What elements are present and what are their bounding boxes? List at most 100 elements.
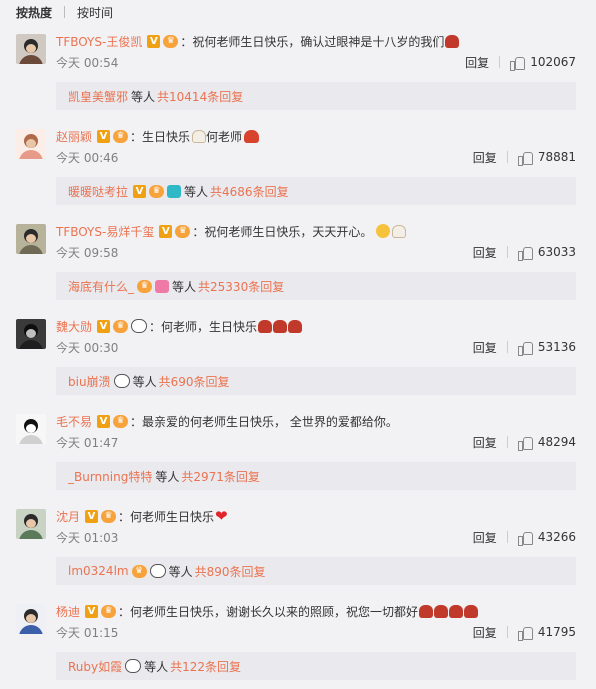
- reply-count-link[interactable]: 共10414条回复: [157, 88, 243, 105]
- reply-button[interactable]: 回复: [473, 339, 497, 356]
- avatar[interactable]: [16, 604, 46, 634]
- replies-summary: 暖暖哒考拉 V ♛ 等人 共4686条回复: [56, 177, 576, 205]
- username-link[interactable]: TFBOYS-易烊千玺: [56, 223, 154, 240]
- comment-item: 杨迪 V ♛ ：何老师生日快乐，谢谢长久以来的照顾，祝您一切都好 今天 01:1…: [0, 594, 596, 689]
- comment-meta: 今天 00:30 回复 53136: [56, 339, 576, 356]
- camera-icon: [167, 184, 182, 198]
- username-link[interactable]: TFBOYS-王俊凯: [56, 33, 142, 50]
- reply-username-link[interactable]: _Burnning特特: [68, 468, 152, 485]
- comment-item: TFBOYS-王俊凯 V ♛ ：祝何老师生日快乐，确认过眼神是十八岁的我们 今天…: [0, 24, 596, 119]
- comment-time: 今天 09:58: [56, 245, 119, 260]
- comment-actions: 回复 41795: [473, 624, 576, 641]
- comment-item: TFBOYS-易烊千玺 V ♛ ：祝何老师生日快乐，天天开心。 今天 09:58…: [0, 214, 596, 309]
- reply-etc-text: 等人: [184, 184, 209, 199]
- reply-count-link[interactable]: 共690条回复: [159, 373, 230, 390]
- comment-content: 沈月 V ♛ ：何老师生日快乐 ❤: [56, 507, 576, 525]
- thumbs-up-icon[interactable]: [517, 340, 533, 356]
- avatar[interactable]: [16, 34, 46, 64]
- thumbs-up-icon[interactable]: [517, 530, 533, 546]
- thumbs-up-icon[interactable]: [517, 150, 533, 166]
- verified-badge-icon: V: [97, 414, 111, 428]
- reply-username-link[interactable]: lm0324lm: [68, 564, 129, 578]
- avatar-face: [26, 614, 36, 623]
- avatar[interactable]: [16, 319, 46, 349]
- comment-time: 今天 00:54: [56, 55, 119, 70]
- avatar-face: [26, 519, 36, 528]
- thumbs-up-icon[interactable]: [517, 245, 533, 261]
- reply-button[interactable]: 回复: [473, 529, 497, 546]
- like-count: 48294: [537, 435, 576, 449]
- thumbs-up-icon[interactable]: [517, 435, 533, 451]
- verified-badge-icon: V: [85, 509, 99, 523]
- reply-button[interactable]: 回复: [473, 624, 497, 641]
- comment-text: ：祝何老师生日快乐，天天开心。: [192, 224, 373, 239]
- reply-count-link[interactable]: 共122条回复: [170, 658, 241, 675]
- comment-content: 杨迪 V ♛ ：何老师生日快乐，谢谢长久以来的照顾，祝您一切都好: [56, 602, 576, 620]
- birthday-cake-icon: [288, 319, 303, 333]
- comment-text: ：何老师生日快乐: [118, 509, 215, 524]
- reply-username-link[interactable]: Ruby如霞: [68, 658, 122, 675]
- comment-actions: 回复 48294: [473, 434, 576, 451]
- reply-button[interactable]: 回复: [473, 434, 497, 451]
- reply-username-link[interactable]: 凯皇美蟹邪: [68, 88, 128, 105]
- reply-count-link[interactable]: 共890条回复: [195, 563, 266, 580]
- username-link[interactable]: 毛不易: [56, 413, 92, 430]
- verified-badge-icon: V: [97, 129, 111, 143]
- sort-bar: 按热度 按时间: [0, 0, 596, 24]
- reply-username-link[interactable]: 暖暖哒考拉: [68, 183, 128, 200]
- comment-time: 今天 01:03: [56, 530, 119, 545]
- avatar[interactable]: [16, 414, 46, 444]
- comment-text-continued: 何老师: [206, 129, 243, 144]
- avatar-face: [26, 139, 36, 148]
- comment-content: 赵丽颖 V ♛ ：生日快乐 何老师: [56, 127, 576, 145]
- thumbs-up-icon[interactable]: [510, 55, 526, 71]
- comment-text: ：祝何老师生日快乐，确认过眼神是十八岁的我们: [180, 34, 445, 49]
- avatar-body: [19, 625, 43, 634]
- avatar-body: [19, 340, 43, 349]
- replies-summary: biu崩溃 等人 共690条回复: [56, 367, 576, 395]
- birthday-cake-icon: [273, 319, 288, 333]
- reply-username-link[interactable]: 海底有什么_: [68, 278, 134, 295]
- like-count: 78881: [537, 150, 576, 164]
- reply-count-link[interactable]: 共4686条回复: [210, 183, 289, 200]
- reply-etc-text: 等人: [144, 659, 169, 674]
- username-link[interactable]: 杨迪: [56, 603, 80, 620]
- action-divider: [506, 341, 508, 353]
- action-divider: [506, 531, 508, 543]
- like-count: 63033: [537, 245, 576, 259]
- avatar[interactable]: [16, 224, 46, 254]
- username-link[interactable]: 魏大勋: [56, 318, 92, 335]
- comment-actions: 回复 78881: [473, 149, 576, 166]
- comment-meta: 今天 01:15 回复 41795: [56, 624, 576, 641]
- username-link[interactable]: 沈月: [56, 508, 80, 525]
- reply-username-link[interactable]: biu崩溃: [68, 373, 111, 390]
- reply-etc-text: 等人: [132, 374, 157, 389]
- birthday-cake-icon: [392, 224, 407, 238]
- comment-item: 沈月 V ♛ ：何老师生日快乐 ❤ 今天 01:03 回复 43266 lm03…: [0, 499, 596, 594]
- reply-count-link[interactable]: 共2971条回复: [181, 468, 260, 485]
- reply-button[interactable]: 回复: [465, 54, 489, 71]
- reply-button[interactable]: 回复: [473, 149, 497, 166]
- username-link[interactable]: 赵丽颖: [56, 128, 92, 145]
- verified-badge-icon: V: [147, 34, 161, 48]
- avatar-face: [26, 234, 36, 243]
- comment-actions: 回复 102067: [465, 54, 576, 71]
- fan-badge-icon: ♛: [137, 279, 153, 293]
- avatar[interactable]: [16, 129, 46, 159]
- thumbs-up-icon[interactable]: [517, 625, 533, 641]
- avatar-face: [26, 424, 36, 433]
- comment-time: 今天 00:46: [56, 150, 119, 165]
- fan-badge-icon: ♛: [149, 184, 165, 198]
- sort-by-hot-tab[interactable]: 按热度: [16, 4, 52, 21]
- sort-by-time-tab[interactable]: 按时间: [77, 4, 113, 21]
- comment-meta: 今天 00:46 回复 78881: [56, 149, 576, 166]
- fan-badge-icon: ♛: [113, 319, 129, 333]
- reply-count-link[interactable]: 共25330条回复: [198, 278, 284, 295]
- pink-badge-icon: [155, 279, 170, 293]
- avatar-face: [26, 329, 36, 338]
- reply-button[interactable]: 回复: [473, 244, 497, 261]
- red-heart-icon: ❤: [215, 507, 228, 525]
- avatar[interactable]: [16, 509, 46, 539]
- comment-text: ：何老师生日快乐，谢谢长久以来的照顾，祝您一切都好: [118, 604, 419, 619]
- comment-meta: 今天 01:03 回复 43266: [56, 529, 576, 546]
